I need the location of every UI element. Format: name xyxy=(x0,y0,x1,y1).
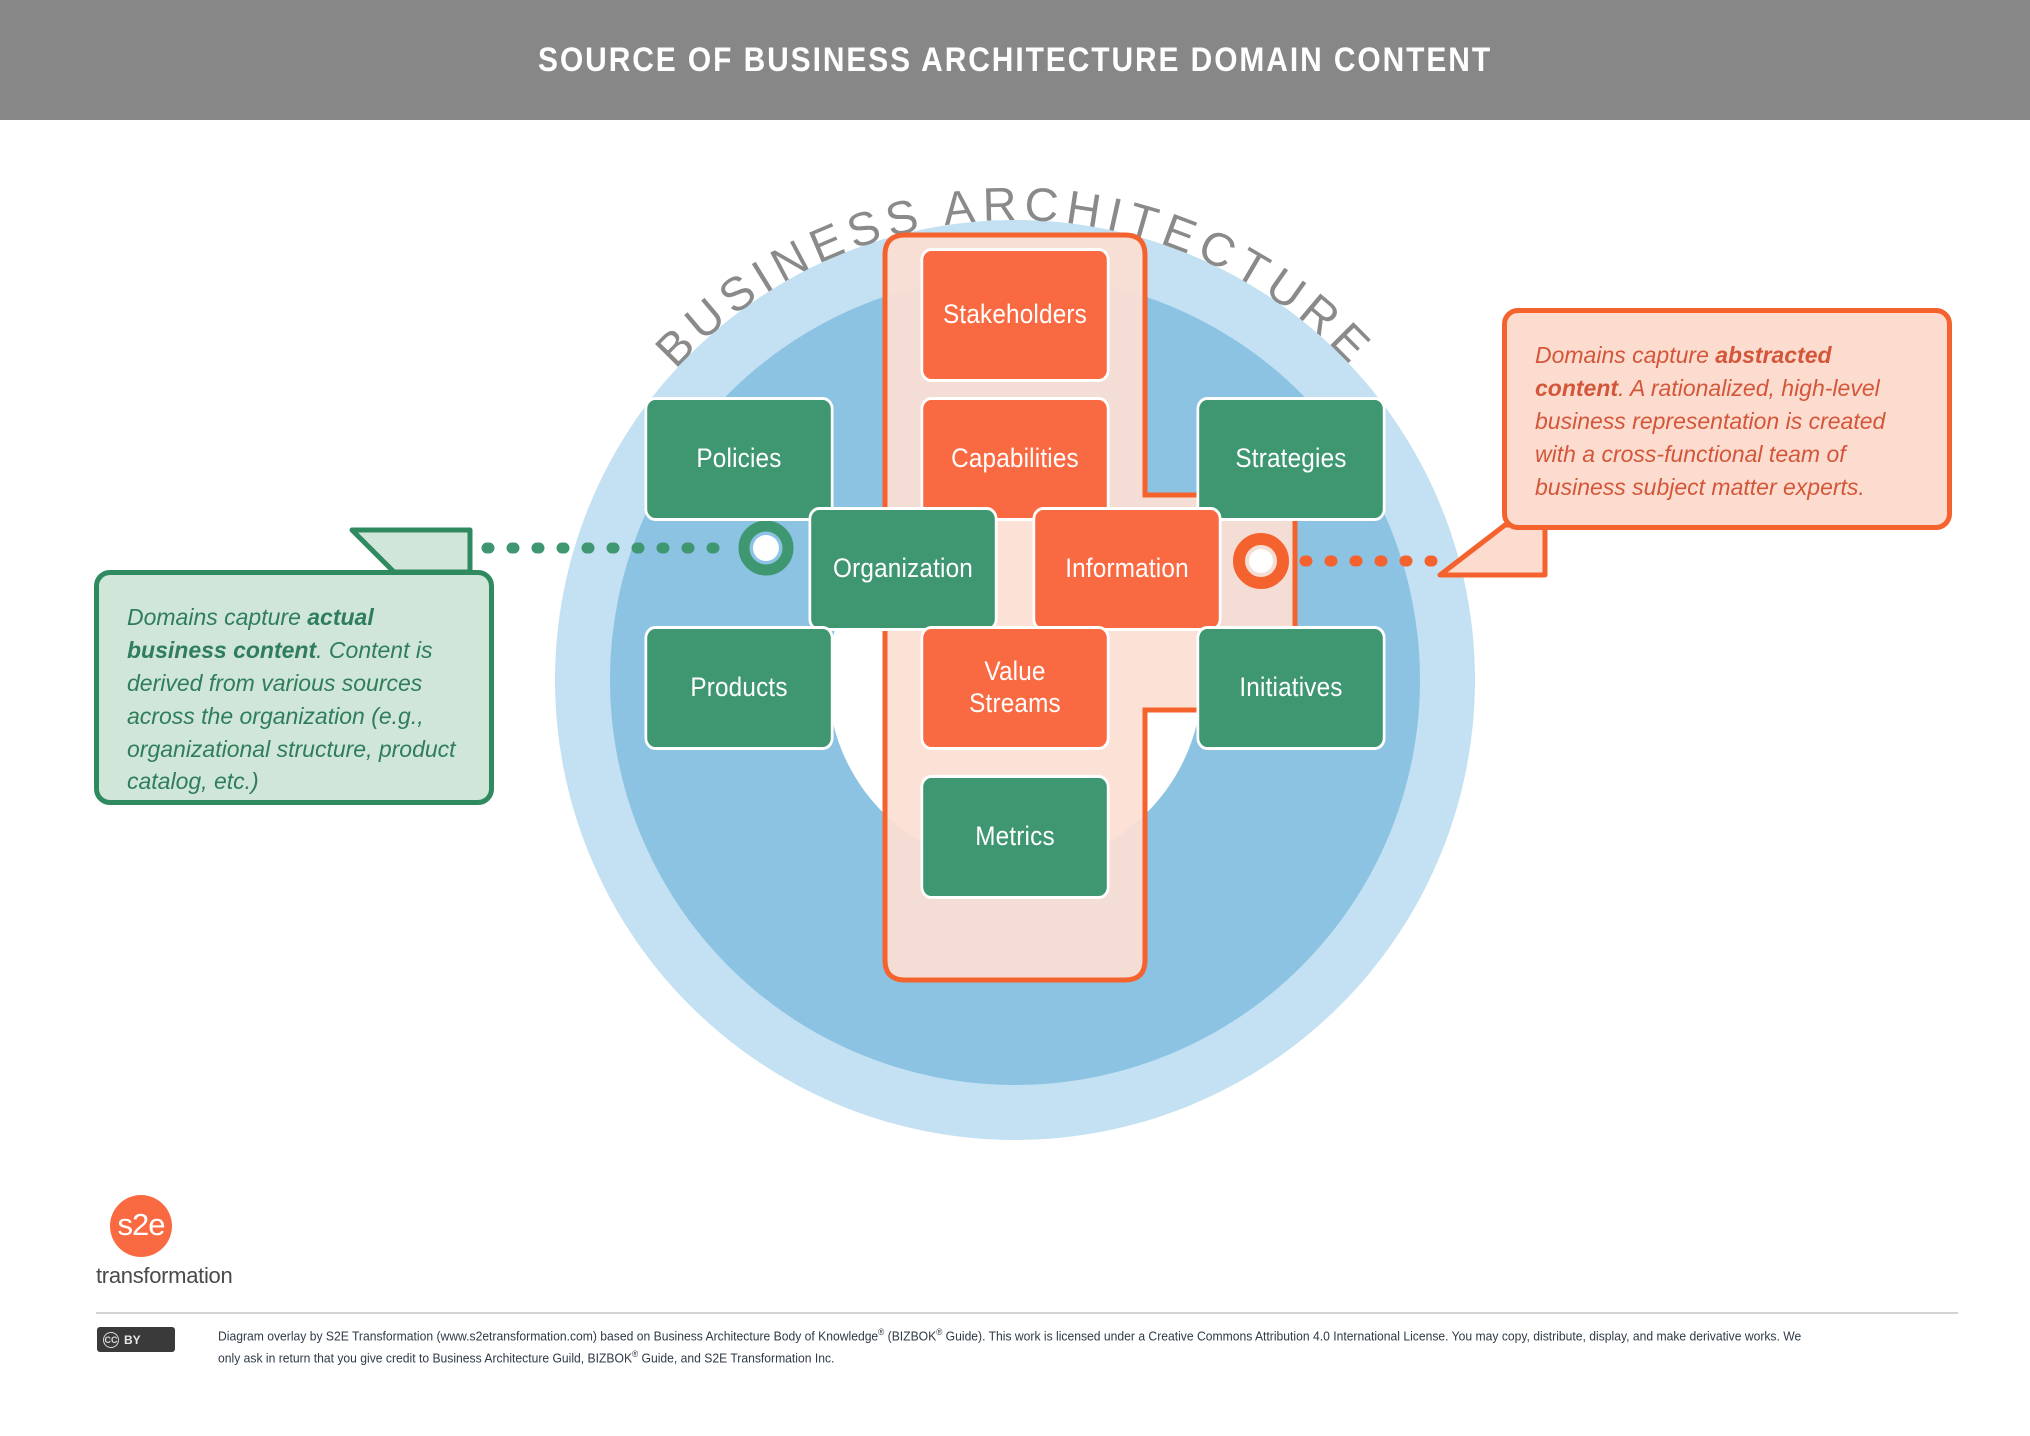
left-callout-tail xyxy=(349,527,473,575)
credit-part-1: Diagram overlay by S2E Transformation (w… xyxy=(218,1328,879,1344)
right-callout: Domains capture abstracted content. A ra… xyxy=(1502,308,1952,530)
domain-box-value-streams[interactable]: Value Streams xyxy=(920,626,1110,750)
domain-box-metrics[interactable]: Metrics xyxy=(920,775,1110,899)
domain-label: Metrics xyxy=(975,821,1055,852)
domain-label: Capabilities xyxy=(951,443,1079,474)
footer-divider xyxy=(96,1312,1958,1314)
domain-label: Information xyxy=(1065,553,1189,584)
s2e-logo: s2e transformation xyxy=(96,1195,296,1289)
domain-label: Products xyxy=(690,672,788,703)
infographic-root: SOURCE OF BUSINESS ARCHITECTURE DOMAIN C… xyxy=(0,0,2030,1436)
domain-box-information[interactable]: Information xyxy=(1032,507,1222,631)
header-bar: SOURCE OF BUSINESS ARCHITECTURE DOMAIN C… xyxy=(0,0,2030,120)
domain-label: Initiatives xyxy=(1239,672,1343,703)
s2e-logo-text: s2e xyxy=(117,1207,166,1242)
s2e-logo-word: transformation xyxy=(96,1263,233,1288)
footer-credit: Diagram overlay by S2E Transformation (w… xyxy=(218,1325,1819,1369)
domain-box-policies[interactable]: Policies xyxy=(644,397,834,521)
s2e-logo-mark: s2e xyxy=(110,1195,172,1257)
domain-box-organization[interactable]: Organization xyxy=(808,507,998,631)
domain-label: Policies xyxy=(696,443,782,474)
domain-label-multiline: Value Streams xyxy=(969,656,1061,720)
credit-part-4: Guide, and S2E Transformation Inc. xyxy=(638,1350,835,1366)
domain-label-line2: Streams xyxy=(969,688,1061,718)
left-callout: Domains capture actual business content.… xyxy=(94,570,494,805)
domain-box-initiatives[interactable]: Initiatives xyxy=(1196,626,1386,750)
cc-by-label: BY xyxy=(124,1332,141,1347)
page-title: SOURCE OF BUSINESS ARCHITECTURE DOMAIN C… xyxy=(537,40,1493,79)
right-callout-lead: Domains capture xyxy=(1535,342,1716,368)
domain-box-products[interactable]: Products xyxy=(644,626,834,750)
domain-label-line1: Value xyxy=(984,656,1046,687)
domain-box-strategies[interactable]: Strategies xyxy=(1196,397,1386,521)
domain-label: Stakeholders xyxy=(943,299,1087,330)
creative-commons-badge: CC BY xyxy=(97,1327,175,1352)
domain-box-capabilities[interactable]: Capabilities xyxy=(920,397,1110,521)
diagram-stage: BUSINESS ARCHITECTURE Stakeholders Polic… xyxy=(0,120,2030,1310)
left-callout-lead: Domains capture xyxy=(127,604,308,630)
domain-label: Strategies xyxy=(1235,443,1347,474)
domain-box-stakeholders[interactable]: Stakeholders xyxy=(920,248,1110,382)
domain-label: Organization xyxy=(833,553,973,584)
credit-part-2: (BIZBOK xyxy=(884,1328,937,1344)
cc-icon: CC xyxy=(103,1331,119,1348)
